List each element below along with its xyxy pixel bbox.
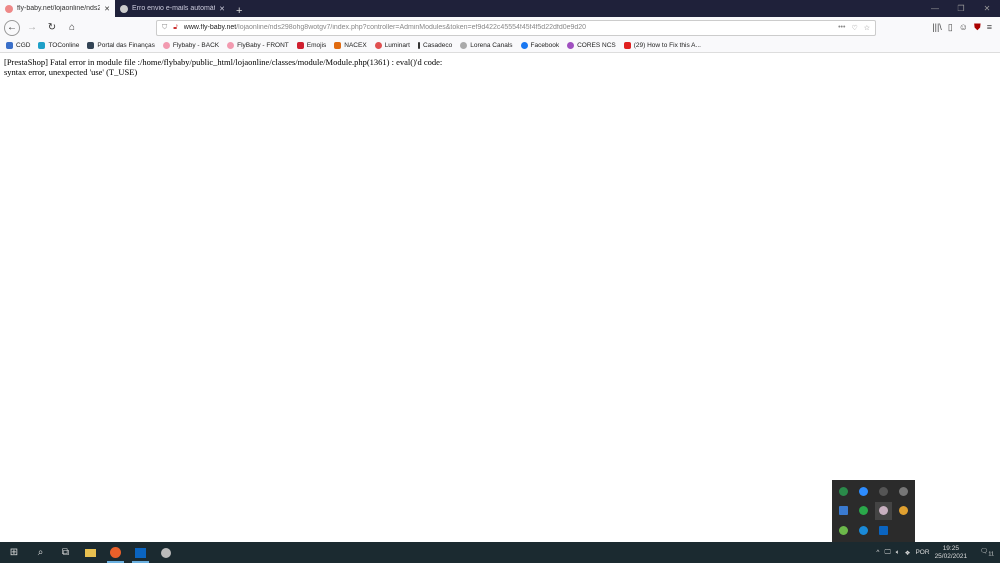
bookmark-star-icon[interactable]: ☆ [864, 24, 870, 32]
sidebar-icon[interactable]: ▯ [948, 22, 953, 33]
tray-app-icon[interactable] [835, 522, 853, 539]
favicon-icon [5, 4, 13, 13]
dropbox-icon[interactable]: ❖ [905, 549, 911, 557]
globe-icon [120, 4, 128, 13]
bookmark[interactable]: (29) How to Fix this A... [623, 41, 701, 49]
clock[interactable]: 19:25 25/02/2021 [935, 545, 968, 561]
tray-app-icon[interactable] [835, 483, 853, 500]
account-icon[interactable]: ☺ [959, 22, 968, 33]
outlook-icon[interactable] [128, 542, 153, 563]
search-icon[interactable]: ⌕ [28, 542, 53, 563]
windows-start-icon[interactable]: ⊞ [0, 542, 28, 563]
outlook-icon[interactable] [875, 522, 893, 539]
bookmark[interactable]: Emojis [296, 41, 326, 49]
bookmark[interactable]: FlyBaby - FRONT [227, 41, 289, 49]
new-tab-button[interactable]: + [230, 5, 248, 17]
tray-app-icon[interactable] [875, 483, 893, 500]
notifications-icon[interactable]: 🗨︎11 [980, 547, 994, 557]
network-icon[interactable]: 🖵︎ [884, 549, 890, 557]
bookmark[interactable]: NACEX [334, 41, 367, 49]
bookmark[interactable]: Facebook [520, 41, 559, 49]
menu-icon[interactable]: ≡ [987, 22, 992, 33]
forward-button[interactable]: → [24, 20, 40, 36]
tray-app-icon[interactable] [855, 522, 873, 539]
app-icon[interactable] [153, 542, 178, 563]
volume-icon[interactable]: 🔈︎ [896, 549, 900, 557]
file-explorer-icon[interactable] [78, 542, 103, 563]
tray-app-icon[interactable] [874, 502, 893, 520]
minimize-button[interactable]: — [922, 4, 948, 13]
bookmark[interactable]: TOConline [38, 41, 79, 49]
insecure-lock-icon: 🔓︎ [173, 23, 178, 31]
home-button[interactable]: ⌂ [64, 20, 80, 36]
nav-bar: ← → ↻ ⌂ ⛉ 🔓︎ www.fly-baby.net/lojaonline… [0, 17, 1000, 38]
bookmark[interactable]: Flybaby - BACK [162, 41, 219, 49]
ublock-icon[interactable]: ⛊ [974, 22, 981, 33]
close-tab-icon[interactable]: ✕ [219, 5, 225, 13]
bookmark[interactable]: CGD [6, 41, 30, 49]
tray-app-icon[interactable] [835, 502, 853, 519]
zoom-icon[interactable] [855, 483, 873, 500]
bookmarks-bar: CGD TOConline Portal das Finanças Flybab… [0, 38, 1000, 53]
reload-button[interactable]: ↻ [44, 20, 60, 36]
bookmark[interactable]: Lorena Canals [460, 41, 513, 49]
shield-icon: ⛉ [162, 23, 168, 31]
tray-app-icon[interactable] [855, 502, 873, 519]
restore-button[interactable]: ❐ [948, 4, 974, 13]
more-icon[interactable]: ••• [838, 24, 845, 31]
back-button[interactable]: ← [4, 19, 20, 36]
pocket-icon[interactable]: ♡ [851, 24, 857, 32]
firefox-icon[interactable] [103, 542, 128, 563]
url-bar[interactable]: ⛉ 🔓︎ www.fly-baby.net/lojaonline/nds298o… [156, 19, 876, 36]
chevron-up-icon[interactable]: ^ [876, 549, 879, 556]
language-indicator[interactable]: POR [915, 549, 929, 556]
tab-erro-envio[interactable]: Erro envio e-mails automáticos✕ [115, 0, 230, 17]
title-bar: fly-baby.net/lojaonline/nds298 ✕ Erro env… [0, 0, 1000, 17]
bookmark[interactable]: CORES NCS [567, 41, 616, 49]
bookmark[interactable]: Casadeco [417, 41, 452, 49]
bookmark[interactable]: Luminart [374, 41, 410, 49]
tab-fly-baby[interactable]: fly-baby.net/lojaonline/nds298 ✕ [0, 0, 115, 17]
task-view-icon[interactable]: ⧉ [53, 542, 78, 563]
bookmark[interactable]: Portal das Finanças [87, 41, 155, 49]
tray-app-icon[interactable] [894, 502, 912, 519]
taskbar: ⊞ ⌕ ⧉ ^ 🖵︎ 🔈︎ ❖ POR 19:25 25/02/2021 🗨︎11 [0, 542, 1000, 563]
library-icon[interactable]: |||\ [932, 22, 942, 33]
close-tab-icon[interactable]: ✕ [104, 5, 110, 13]
tray-overflow-popup [832, 480, 915, 542]
tray-app-icon[interactable] [894, 483, 912, 500]
close-window-button[interactable]: ✕ [974, 4, 1000, 13]
error-message: [PrestaShop] Fatal error in module file … [4, 57, 443, 77]
